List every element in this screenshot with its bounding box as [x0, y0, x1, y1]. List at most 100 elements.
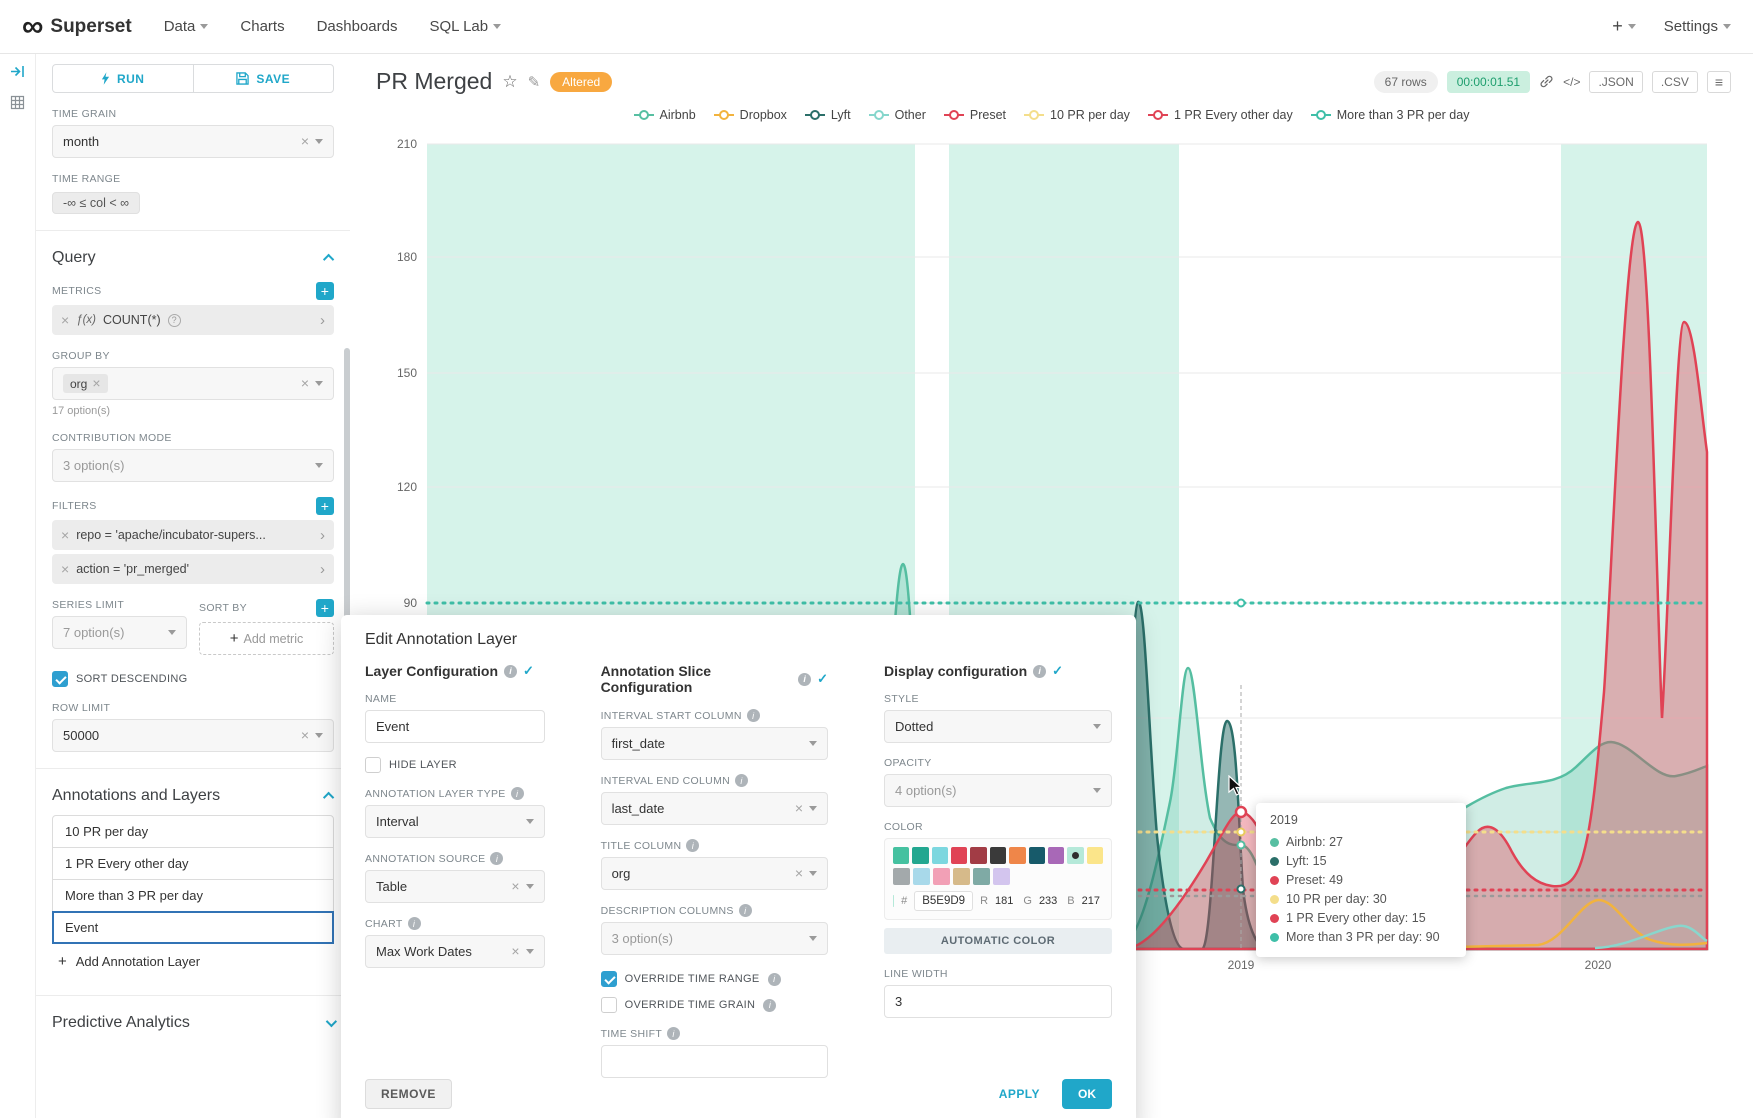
- run-button[interactable]: RUN: [52, 64, 194, 93]
- remove-chip-icon[interactable]: [92, 376, 100, 391]
- legend-item[interactable]: Lyft: [805, 108, 851, 122]
- edit-title-icon[interactable]: [528, 73, 541, 91]
- annotation-layer-item-selected[interactable]: Event: [52, 911, 334, 944]
- color-swatch[interactable]: [973, 868, 990, 885]
- color-swatch[interactable]: [970, 847, 986, 864]
- legend-item[interactable]: 10 PR per day: [1024, 108, 1130, 122]
- settings-menu[interactable]: Settings: [1664, 18, 1731, 35]
- superset-logo[interactable]: Superset: [22, 12, 132, 42]
- new-menu-button[interactable]: +: [1612, 16, 1636, 37]
- info-icon[interactable]: [798, 673, 811, 686]
- info-icon[interactable]: [408, 917, 421, 930]
- info-icon[interactable]: [490, 852, 503, 865]
- description-columns-select[interactable]: 3 option(s): [601, 922, 828, 955]
- chart-menu-icon[interactable]: [1707, 71, 1731, 93]
- color-swatch[interactable]: [932, 847, 948, 864]
- info-icon[interactable]: [768, 973, 781, 986]
- info-icon[interactable]: [739, 904, 752, 917]
- filter-chip-action[interactable]: action = 'pr_merged': [52, 554, 334, 584]
- b-value[interactable]: 217: [1082, 895, 1100, 907]
- time-grain-select[interactable]: month: [52, 125, 334, 158]
- color-swatch[interactable]: [913, 868, 930, 885]
- view-query-icon[interactable]: [1563, 75, 1580, 89]
- automatic-color-button[interactable]: AUTOMATIC COLOR: [884, 928, 1112, 954]
- clear-icon[interactable]: [511, 879, 519, 894]
- style-select[interactable]: Dotted: [884, 710, 1112, 743]
- time-shift-input[interactable]: [601, 1045, 828, 1078]
- nav-item-charts[interactable]: Charts: [240, 18, 284, 35]
- interval-end-select[interactable]: last_date: [601, 792, 828, 825]
- legend-item[interactable]: Dropbox: [714, 108, 787, 122]
- info-icon[interactable]: [763, 999, 776, 1012]
- info-icon[interactable]: [735, 774, 748, 787]
- r-value[interactable]: 181: [995, 895, 1013, 907]
- add-annotation-layer-button[interactable]: Add Annotation Layer: [52, 944, 334, 979]
- color-swatch[interactable]: [993, 868, 1010, 885]
- annotation-source-select[interactable]: Table: [365, 870, 545, 903]
- group-by-chip[interactable]: org: [63, 374, 108, 393]
- save-button[interactable]: SAVE: [193, 64, 335, 93]
- remove-filter-icon[interactable]: [61, 528, 69, 543]
- legend-item[interactable]: Other: [869, 108, 926, 122]
- sort-by-add-metric[interactable]: Add metric: [199, 622, 334, 655]
- clear-icon[interactable]: [301, 376, 309, 391]
- row-limit-select[interactable]: 50000: [52, 719, 334, 752]
- info-icon[interactable]: [1033, 665, 1046, 678]
- clear-icon[interactable]: [795, 801, 803, 816]
- color-swatch[interactable]: [893, 868, 910, 885]
- info-icon[interactable]: [504, 665, 517, 678]
- annotation-layer-item[interactable]: 10 PR per day: [52, 815, 334, 848]
- legend-item[interactable]: 1 PR Every other day: [1148, 108, 1293, 122]
- annotation-layer-type-select[interactable]: Interval: [365, 805, 545, 838]
- interval-start-select[interactable]: first_date: [601, 727, 828, 760]
- nav-item-dashboards[interactable]: Dashboards: [317, 18, 398, 35]
- time-range-value[interactable]: -∞ ≤ col < ∞: [52, 192, 140, 214]
- color-swatch[interactable]: [933, 868, 950, 885]
- group-by-select[interactable]: org: [52, 367, 334, 400]
- color-swatch[interactable]: [893, 847, 909, 864]
- g-value[interactable]: 233: [1039, 895, 1057, 907]
- override-time-range-checkbox[interactable]: [601, 971, 617, 987]
- color-swatch[interactable]: [990, 847, 1006, 864]
- info-icon[interactable]: [511, 787, 524, 800]
- favorite-star-icon[interactable]: [502, 72, 517, 92]
- color-swatch[interactable]: [1087, 847, 1103, 864]
- clear-icon[interactable]: [511, 944, 519, 959]
- share-link-icon[interactable]: [1539, 74, 1554, 89]
- clear-icon[interactable]: [795, 866, 803, 881]
- query-section-header[interactable]: Query: [52, 249, 334, 267]
- color-swatch[interactable]: [1048, 847, 1064, 864]
- ok-button[interactable]: OK: [1062, 1079, 1112, 1109]
- color-swatch[interactable]: [1009, 847, 1025, 864]
- title-column-select[interactable]: org: [601, 857, 828, 890]
- info-icon[interactable]: [747, 709, 760, 722]
- export-json-button[interactable]: .JSON: [1589, 71, 1642, 93]
- line-width-input[interactable]: [884, 985, 1112, 1018]
- info-icon[interactable]: [686, 839, 699, 852]
- info-icon[interactable]: [667, 1027, 680, 1040]
- legend-item[interactable]: Preset: [944, 108, 1006, 122]
- filter-chip-repo[interactable]: repo = 'apache/incubator-supers...: [52, 520, 334, 550]
- remove-button[interactable]: REMOVE: [365, 1079, 452, 1109]
- add-metric-button[interactable]: [316, 282, 334, 300]
- opacity-select[interactable]: 4 option(s): [884, 774, 1112, 807]
- sort-descending-checkbox[interactable]: [52, 671, 68, 687]
- nav-item-data[interactable]: Data: [164, 18, 209, 35]
- color-swatch[interactable]: [912, 847, 928, 864]
- apply-button[interactable]: APPLY: [987, 1080, 1052, 1108]
- clear-icon[interactable]: [301, 134, 309, 149]
- contribution-mode-select[interactable]: 3 option(s): [52, 449, 334, 482]
- chart-select[interactable]: Max Work Dates: [365, 935, 545, 968]
- color-swatch[interactable]: [953, 868, 970, 885]
- add-sort-metric-button[interactable]: [316, 599, 334, 617]
- series-limit-select[interactable]: 7 option(s): [52, 616, 187, 649]
- annotation-layer-item[interactable]: More than 3 PR per day: [52, 879, 334, 912]
- legend-item[interactable]: More than 3 PR per day: [1311, 108, 1470, 122]
- override-time-grain-checkbox[interactable]: [601, 997, 617, 1013]
- datasource-grid-icon[interactable]: [10, 95, 25, 110]
- hide-layer-checkbox[interactable]: [365, 757, 381, 773]
- hex-input[interactable]: B5E9D9: [914, 891, 973, 911]
- predictive-analytics-header[interactable]: Predictive Analytics: [52, 1014, 334, 1032]
- color-swatch[interactable]: [951, 847, 967, 864]
- color-swatch-selected[interactable]: [1067, 847, 1083, 864]
